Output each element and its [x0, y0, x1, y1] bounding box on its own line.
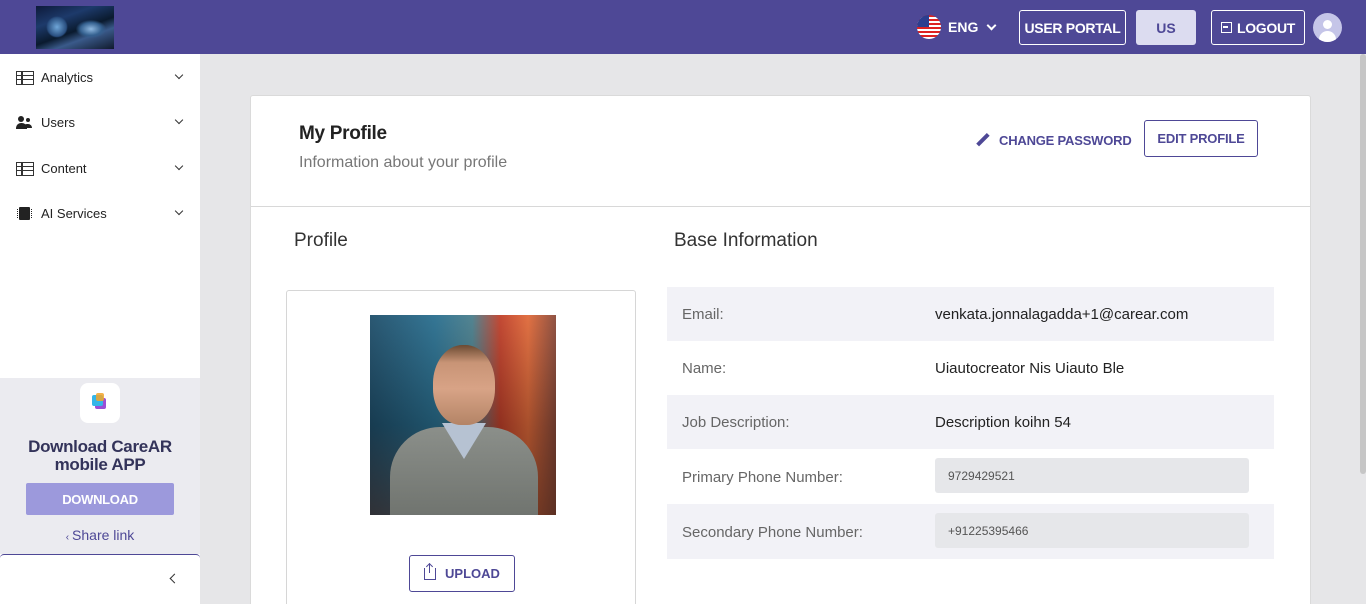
mobile-app-promo: Download CareAR mobile APP DOWNLOAD ‹ Sha… — [0, 378, 200, 554]
sidebar-item-label: Content — [41, 161, 87, 176]
chevron-down-icon — [174, 161, 184, 171]
chevron-down-icon — [174, 206, 184, 216]
sidebar-item-analytics[interactable]: Analytics — [0, 55, 200, 100]
page-title: My Profile — [299, 123, 387, 144]
pencil-icon — [976, 133, 990, 147]
sidebar-item-users[interactable]: Users — [0, 100, 200, 145]
share-icon: ‹ — [65, 532, 70, 543]
email-value: venkata.jonnalagadda+1@carear.com — [935, 306, 1189, 323]
sidebar-item-content[interactable]: Content — [0, 146, 200, 191]
sidebar: Analytics Users Content AI Services Down… — [0, 54, 200, 604]
us-flag-icon — [917, 15, 941, 39]
download-button[interactable]: DOWNLOAD — [26, 483, 174, 515]
language-selector[interactable]: ENG — [917, 14, 997, 40]
secondary-phone-field[interactable] — [935, 513, 1249, 548]
job-description-row: Job Description: Description koihn 54 — [667, 395, 1274, 449]
region-button[interactable]: US — [1136, 10, 1196, 45]
job-description-label: Job Description: — [682, 414, 790, 431]
change-password-button[interactable]: CHANGE PASSWORD — [976, 130, 1132, 150]
primary-phone-row: Primary Phone Number: — [667, 449, 1274, 503]
email-row: Email: venkata.jonnalagadda+1@carear.com — [667, 287, 1274, 341]
carear-app-icon — [80, 383, 120, 423]
sidebar-collapse-bar — [0, 554, 200, 604]
share-label: Share link — [72, 527, 135, 543]
language-label: ENG — [948, 19, 979, 35]
logout-icon — [1220, 22, 1232, 33]
page-subtitle: Information about your profile — [299, 154, 508, 171]
top-bar: ENG USER PORTAL US LOGOUT — [0, 0, 1366, 54]
promo-title-line-1: Download CareAR — [28, 437, 172, 456]
upload-label: UPLOAD — [445, 566, 500, 581]
name-value: Uiautocreator Nis Uiauto Ble — [935, 360, 1125, 377]
secondary-phone-label: Secondary Phone Number: — [682, 524, 863, 541]
profile-card: My Profile Information about your profil… — [250, 95, 1311, 604]
chip-icon — [17, 207, 32, 220]
profile-photo — [370, 315, 556, 515]
user-portal-button[interactable]: USER PORTAL — [1019, 10, 1126, 45]
primary-phone-label: Primary Phone Number: — [682, 469, 843, 486]
logout-button[interactable]: LOGOUT — [1211, 10, 1305, 45]
name-row: Name: Uiautocreator Nis Uiauto Ble — [667, 341, 1274, 395]
name-label: Name: — [682, 360, 727, 377]
base-info-section-heading: Base Information — [674, 230, 818, 251]
page-scrollbar[interactable] — [1360, 54, 1366, 474]
promo-title-line-2: mobile APP — [54, 455, 146, 474]
logout-label: LOGOUT — [1236, 19, 1296, 36]
upload-button[interactable]: UPLOAD — [409, 555, 515, 592]
share-link[interactable]: ‹ Share link — [0, 527, 200, 543]
user-avatar[interactable] — [1313, 13, 1342, 42]
change-password-label: CHANGE PASSWORD — [999, 132, 1132, 148]
chevron-left-icon[interactable] — [169, 573, 180, 584]
sidebar-item-label: Analytics — [41, 70, 94, 85]
promo-title: Download CareAR mobile APP — [0, 438, 200, 474]
chevron-down-icon — [174, 115, 184, 125]
secondary-phone-row: Secondary Phone Number: — [667, 504, 1274, 559]
sidebar-item-ai-services[interactable]: AI Services — [0, 191, 200, 236]
chevron-down-icon — [986, 20, 997, 30]
profile-section-heading: Profile — [294, 230, 348, 251]
sidebar-item-label: Users — [41, 115, 75, 130]
profile-photo-panel: UPLOAD — [286, 290, 636, 604]
brand-logo[interactable] — [36, 6, 114, 49]
table-icon — [16, 70, 34, 85]
primary-phone-field[interactable] — [935, 458, 1249, 493]
edit-profile-button[interactable]: EDIT PROFILE — [1144, 120, 1258, 157]
chevron-down-icon — [174, 70, 184, 80]
profile-card-header: My Profile Information about your profil… — [251, 96, 1310, 207]
email-label: Email: — [682, 306, 724, 323]
table-icon — [16, 161, 34, 176]
upload-icon — [424, 563, 437, 580]
sidebar-item-label: AI Services — [41, 206, 107, 221]
job-description-value: Description koihn 54 — [935, 414, 1071, 431]
users-icon — [16, 115, 34, 130]
